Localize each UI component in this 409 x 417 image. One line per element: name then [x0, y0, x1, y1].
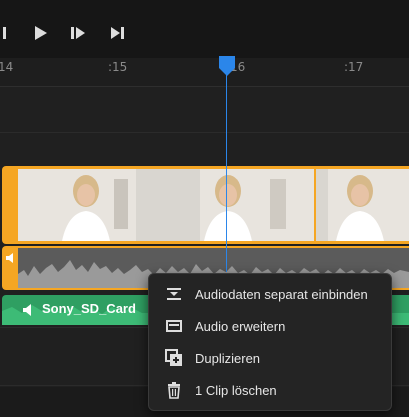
detach-audio-icon [165, 285, 183, 303]
speaker-icon [23, 304, 31, 316]
menu-item-label: 1 Clip löschen [195, 382, 277, 398]
menu-item-label: Audiodaten separat einbinden [195, 286, 368, 302]
video-clip[interactable] [2, 166, 409, 244]
menu-item-detach-audio[interactable]: Audiodaten separat einbinden [149, 278, 391, 310]
play-button[interactable] [27, 20, 53, 46]
ruler-tick: :17 [344, 60, 364, 74]
expand-audio-icon [165, 317, 183, 335]
step-forward-icon [71, 27, 85, 39]
menu-item-expand-audio[interactable]: Audio erweitern [149, 310, 391, 342]
context-menu: Audiodaten separat einbinden Audio erwei… [148, 273, 392, 411]
clip-thumbnail [186, 169, 314, 241]
next-edit-button[interactable] [105, 20, 131, 46]
previous-edit-button[interactable] [0, 20, 18, 46]
previous-edit-icon [3, 27, 6, 39]
speaker-icon [6, 253, 13, 263]
playhead-line [226, 72, 227, 272]
timeline-ruler[interactable]: 14 :15 :16 :17 [0, 58, 409, 87]
step-forward-button[interactable] [65, 20, 91, 46]
next-edit-icon [111, 27, 124, 39]
play-icon [35, 26, 47, 40]
duplicate-icon [165, 349, 183, 367]
menu-item-duplicate[interactable]: Duplizieren [149, 342, 391, 374]
clip-thumbnail [316, 169, 409, 241]
clip-thumbnail [18, 169, 186, 241]
transport-bar [0, 0, 409, 58]
track-divider [0, 132, 409, 133]
ruler-tick: :15 [108, 60, 128, 74]
playhead-handle[interactable] [219, 56, 235, 76]
ruler-tick: 14 [0, 60, 14, 74]
menu-item-label: Duplizieren [195, 350, 261, 366]
menu-item-label: Audio erweitern [195, 318, 286, 334]
trash-icon [165, 381, 183, 399]
audio-clip-label: Sony_SD_Card [42, 301, 136, 316]
menu-item-delete-clip[interactable]: 1 Clip löschen [149, 374, 391, 406]
